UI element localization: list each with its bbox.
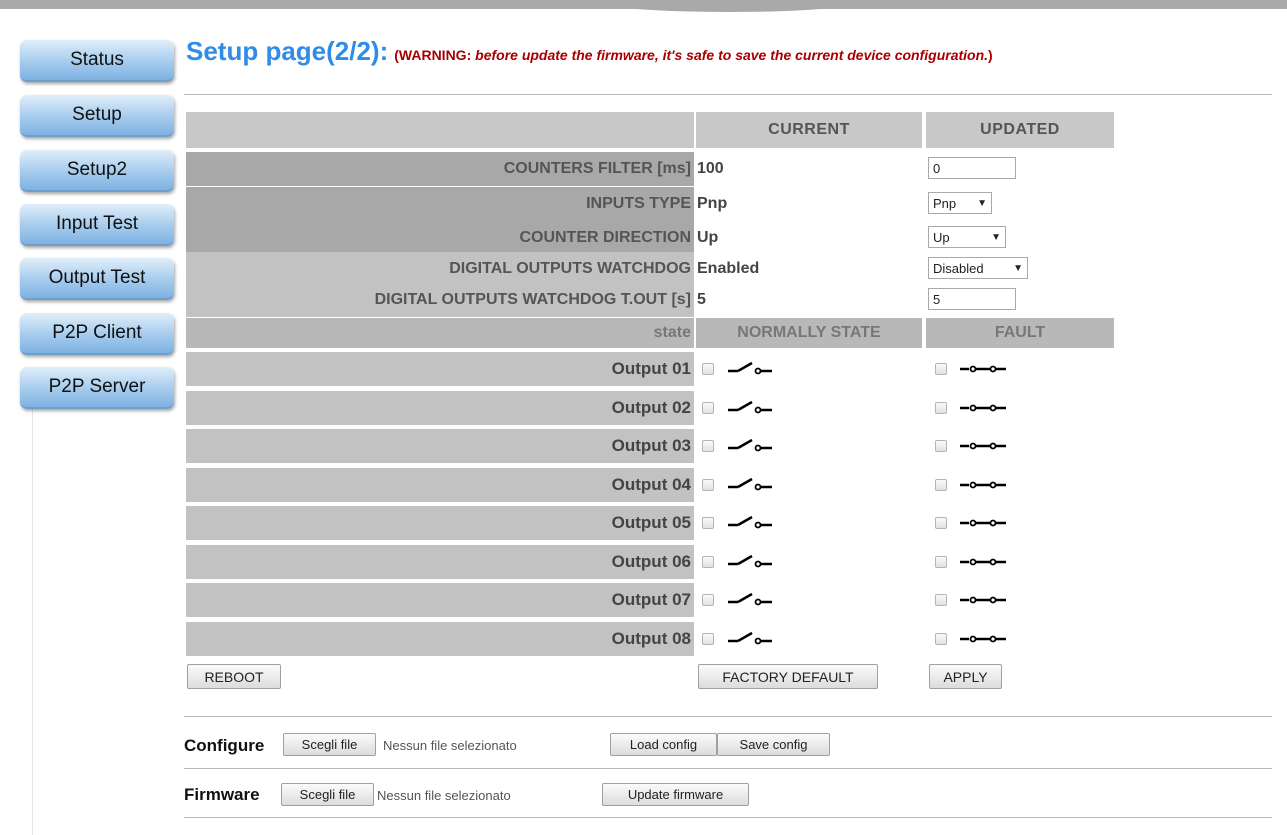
output-07-normally-state-checkbox[interactable] — [702, 594, 714, 606]
firmware-label: Firmware — [184, 785, 260, 804]
output-06-normally-state-checkbox[interactable] — [702, 555, 714, 568]
firmware-no-file-text: Nessun file selezionato — [377, 788, 511, 803]
row-label-watchdog-timeout: DIGITAL OUTPUTS WATCHDOG T.OUT [s] — [186, 283, 694, 317]
outputs-watchdog-select[interactable]: Disabled ▼ — [928, 257, 1028, 279]
dropdown-arrow-icon: ▼ — [977, 197, 987, 209]
column-header-current: CURRENT — [696, 112, 922, 148]
row-label-inputs-type: INPUTS TYPE — [186, 187, 694, 221]
switch-open-icon — [728, 361, 774, 375]
output-08-normally-state-checkbox[interactable] — [702, 632, 714, 645]
switch-closed-icon — [960, 401, 1006, 415]
reboot-button[interactable]: REBOOT — [187, 664, 281, 689]
nav-p2p-server-button[interactable]: P2P Server — [20, 367, 174, 409]
load-config-button[interactable]: Load config — [610, 733, 717, 756]
column-header-updated: UPDATED — [926, 112, 1114, 148]
current-counter-direction: Up — [697, 229, 719, 246]
section-divider — [184, 716, 1272, 717]
output-label-04: Output 04 — [186, 467, 694, 502]
switch-closed-icon — [960, 439, 1006, 453]
current-inputs-type: Pnp — [697, 195, 728, 212]
output-07-fault-checkbox[interactable] — [935, 594, 947, 606]
configure-no-file-text: Nessun file selezionato — [383, 738, 517, 753]
output-label-03: Output 03 — [186, 429, 694, 463]
output-04-fault-checkbox[interactable] — [935, 478, 947, 491]
watchdog-timeout-input[interactable] — [928, 288, 1016, 310]
switch-open-icon — [728, 554, 774, 568]
switch-open-icon — [728, 592, 774, 606]
normally-state-header: NORMALLY STATE — [696, 318, 922, 348]
switch-open-icon — [728, 515, 774, 529]
output-04-normally-state-checkbox[interactable] — [702, 478, 714, 491]
fault-header: FAULT — [926, 318, 1114, 348]
counter-direction-select[interactable]: Up ▼ — [928, 226, 1006, 248]
switch-open-icon — [728, 438, 774, 452]
output-03-fault-checkbox[interactable] — [935, 440, 947, 452]
factory-default-button[interactable]: FACTORY DEFAULT — [698, 664, 878, 689]
page-title-text: Setup page(2/2): — [186, 36, 389, 66]
switch-closed-icon — [960, 516, 1006, 530]
switch-open-icon — [728, 477, 774, 491]
apply-button[interactable]: APPLY — [929, 664, 1002, 689]
switch-open-icon — [728, 400, 774, 414]
nav-p2p-client-button[interactable]: P2P Client — [20, 313, 174, 355]
output-03-normally-state-checkbox[interactable] — [702, 440, 714, 452]
section-divider — [184, 817, 1272, 818]
nav-setup-button[interactable]: Setup — [20, 95, 174, 137]
counters-filter-input[interactable] — [928, 157, 1016, 179]
output-label-08: Output 08 — [186, 621, 694, 656]
nav-input-test-button[interactable]: Input Test — [20, 204, 174, 246]
output-label-02: Output 02 — [186, 390, 694, 425]
output-label-01: Output 01 — [186, 352, 694, 386]
dropdown-arrow-icon: ▼ — [991, 231, 1001, 243]
output-02-normally-state-checkbox[interactable] — [702, 401, 714, 414]
current-outputs-watchdog: Enabled — [697, 260, 760, 277]
output-02-fault-checkbox[interactable] — [935, 401, 947, 414]
update-firmware-button[interactable]: Update firmware — [602, 783, 749, 806]
current-watchdog-timeout: 5 — [697, 291, 706, 308]
output-01-fault-checkbox[interactable] — [935, 363, 947, 375]
output-label-07: Output 07 — [186, 583, 694, 617]
output-label-06: Output 06 — [186, 544, 694, 579]
inputs-type-select[interactable]: Pnp ▼ — [928, 192, 992, 214]
output-08-fault-checkbox[interactable] — [935, 632, 947, 645]
switch-closed-icon — [960, 555, 1006, 569]
row-label-counter-direction: COUNTER DIRECTION — [186, 221, 694, 255]
firmware-choose-file-button[interactable]: Scegli file — [281, 783, 374, 806]
output-06-fault-checkbox[interactable] — [935, 555, 947, 568]
output-01-normally-state-checkbox[interactable] — [702, 363, 714, 375]
firmware-warning: (WARNING: before update the firmware, it… — [394, 47, 993, 63]
switch-closed-icon — [960, 593, 1006, 607]
sidebar-divider — [32, 395, 33, 835]
dropdown-arrow-icon: ▼ — [1013, 262, 1023, 274]
switch-open-icon — [728, 631, 774, 645]
configure-label: Configure — [184, 736, 265, 755]
configure-choose-file-button[interactable]: Scegli file — [283, 733, 376, 756]
current-counters-filter: 100 — [697, 160, 724, 177]
nav-setup2-button[interactable]: Setup2 — [20, 150, 174, 192]
output-05-normally-state-checkbox[interactable] — [702, 517, 714, 529]
save-config-button[interactable]: Save config — [717, 733, 830, 756]
switch-closed-icon — [960, 362, 1006, 376]
nav-status-button[interactable]: Status — [20, 40, 174, 82]
row-label-counters-filter: COUNTERS FILTER [ms] — [186, 152, 694, 186]
title-divider — [184, 94, 1272, 95]
table-header-blank — [186, 112, 694, 148]
switch-closed-icon — [960, 632, 1006, 646]
output-label-05: Output 05 — [186, 506, 694, 540]
top-banner — [0, 0, 1287, 12]
switch-closed-icon — [960, 478, 1006, 492]
nav-output-test-button[interactable]: Output Test — [20, 258, 174, 300]
section-divider — [184, 768, 1272, 769]
state-label: state — [186, 318, 694, 348]
row-label-outputs-watchdog: DIGITAL OUTPUTS WATCHDOG — [186, 252, 694, 286]
output-05-fault-checkbox[interactable] — [935, 517, 947, 529]
page-title: Setup page(2/2): (WARNING: before update … — [186, 36, 993, 67]
